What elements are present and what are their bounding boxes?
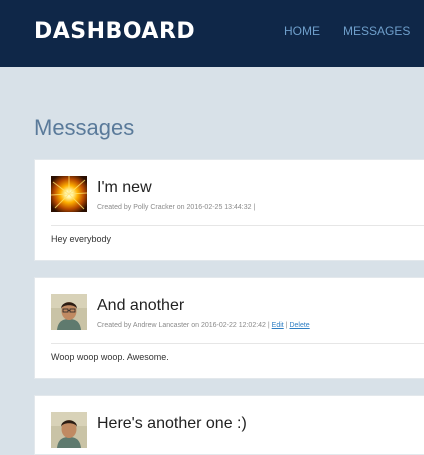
message-meta: Created by Polly Cracker on 2016-02-25 1… [97,203,255,212]
message-meta: Created by Andrew Lancaster on 2016-02-2… [97,321,310,330]
message-body: Woop woop woop. Awesome. [51,352,169,362]
meta-separator: | [253,204,256,211]
meta-separator: | [285,322,288,329]
meta-author: Andrew Lancaster [132,322,190,329]
page-title: Messages [34,115,135,140]
nav-messages-link[interactable]: MESSAGES [343,24,410,38]
edit-link[interactable]: Edit [272,322,284,329]
starburst-avatar [51,176,87,212]
meta-created-by: Created by [97,204,132,211]
message-card: Here's another one :) [34,395,424,455]
divider [51,343,424,344]
meta-date: 2016-02-25 13:44:32 [186,204,252,211]
person-avatar [51,412,87,448]
top-navbar: DASHBOARD HOME MESSAGES C [0,0,424,67]
meta-created-by: Created by [97,322,132,329]
message-card: I'm new Created by Polly Cracker on 2016… [34,159,424,261]
message-header: Here's another one :) [51,412,424,454]
meta-separator: | [267,322,270,329]
nav-home-link[interactable]: HOME [284,24,320,38]
meta-date: 2016-02-22 12:02:42 [200,322,266,329]
delete-link[interactable]: Delete [289,322,309,329]
message-body: Hey everybody [51,234,112,244]
meta-on: on [176,204,185,211]
main-nav: HOME MESSAGES C [284,24,424,38]
message-header: I'm new Created by Polly Cracker on 2016… [51,176,424,224]
message-title: I'm new [97,179,152,196]
message-card: And another Created by Andrew Lancaster … [34,277,424,379]
message-header: And another Created by Andrew Lancaster … [51,294,424,342]
brand-logo[interactable]: DASHBOARD [34,17,195,47]
message-title: Here's another one :) [97,415,247,432]
divider [51,225,424,226]
person-avatar [51,294,87,330]
message-title: And another [97,297,185,314]
meta-author: Polly Cracker [133,204,175,211]
meta-on: on [191,322,199,329]
